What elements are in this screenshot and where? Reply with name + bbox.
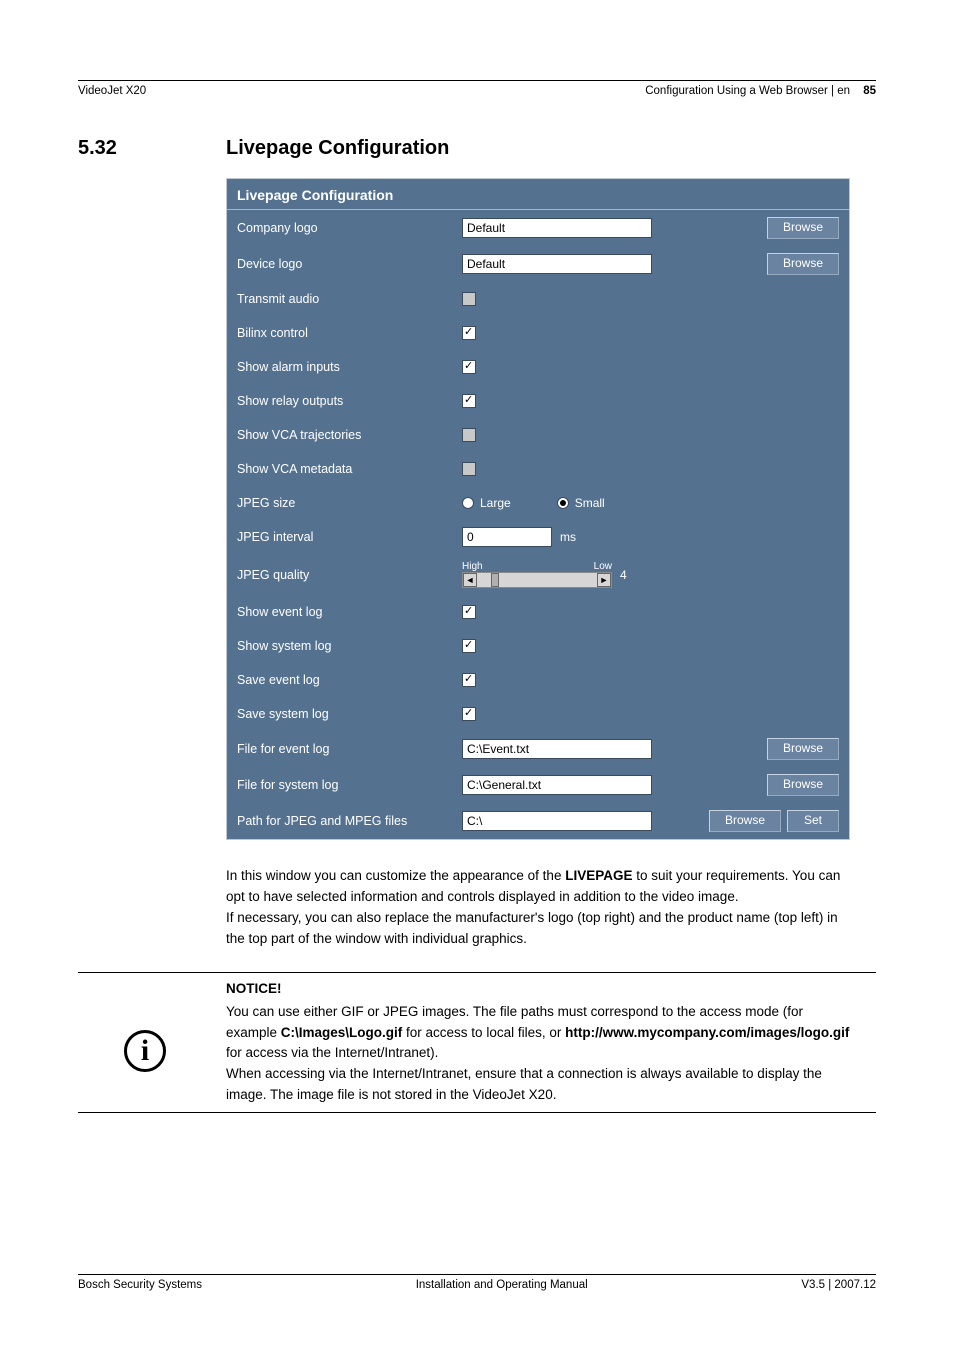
label-path-files: Path for JPEG and MPEG files — [237, 814, 462, 828]
browse-button-file-event-log[interactable]: Browse — [767, 738, 839, 760]
browse-button-device-logo[interactable]: Browse — [767, 253, 839, 275]
slider-thumb[interactable] — [491, 573, 499, 587]
label-file-system-log: File for system log — [237, 778, 462, 792]
notice-rule-bottom — [78, 1112, 876, 1113]
body-text: In this window you can customize the app… — [226, 866, 850, 950]
row-file-event-log: File for event log Browse — [227, 731, 849, 767]
checkbox-show-vca-trajectories[interactable] — [462, 428, 476, 442]
label-show-vca-trajectories: Show VCA trajectories — [237, 428, 462, 442]
label-show-system-log: Show system log — [237, 639, 462, 653]
checkbox-show-alarm-inputs[interactable] — [462, 360, 476, 374]
slider-jpeg-quality[interactable]: HighLow ◄ ► — [462, 561, 612, 588]
checkbox-transmit-audio[interactable] — [462, 292, 476, 306]
label-show-relay-outputs: Show relay outputs — [237, 394, 462, 408]
checkbox-show-event-log[interactable] — [462, 605, 476, 619]
slider-left-icon[interactable]: ◄ — [463, 573, 477, 587]
input-path-files[interactable] — [462, 811, 652, 831]
browse-button-company-logo[interactable]: Browse — [767, 217, 839, 239]
label-jpeg-interval: JPEG interval — [237, 530, 462, 544]
notice-paragraph-1: You can use either GIF or JPEG images. T… — [226, 1002, 850, 1065]
radio-jpeg-large[interactable] — [462, 497, 474, 509]
section-heading: 5.32 Livepage Configuration — [78, 137, 876, 160]
section-title: Livepage Configuration — [226, 137, 449, 160]
label-save-event-log: Save event log — [237, 673, 462, 687]
row-device-logo: Device logo Browse — [227, 246, 849, 282]
section-number: 5.32 — [78, 137, 226, 160]
panel-title: Livepage Configuration — [227, 179, 849, 210]
input-device-logo[interactable] — [462, 254, 652, 274]
input-file-event-log[interactable] — [462, 739, 652, 759]
label-transmit-audio: Transmit audio — [237, 292, 462, 306]
checkbox-show-relay-outputs[interactable] — [462, 394, 476, 408]
notice-title: NOTICE! — [226, 979, 850, 1000]
label-jpeg-quality: JPEG quality — [237, 568, 462, 582]
label-bilinx-control: Bilinx control — [237, 326, 462, 340]
row-path-files: Path for JPEG and MPEG files Browse Set — [227, 803, 849, 839]
input-file-system-log[interactable] — [462, 775, 652, 795]
set-button-path-files[interactable]: Set — [787, 810, 839, 832]
row-company-logo: Company logo Browse — [227, 210, 849, 246]
label-show-alarm-inputs: Show alarm inputs — [237, 360, 462, 374]
browse-button-path-files[interactable]: Browse — [709, 810, 781, 832]
header-rule — [78, 80, 876, 81]
checkbox-save-system-log[interactable] — [462, 707, 476, 721]
row-jpeg-quality: JPEG quality HighLow ◄ ► 4 — [227, 554, 849, 595]
checkbox-show-vca-metadata[interactable] — [462, 462, 476, 476]
footer-left: Bosch Security Systems — [78, 1279, 202, 1291]
notice-rule — [78, 972, 876, 973]
label-show-event-log: Show event log — [237, 605, 462, 619]
header-right: Configuration Using a Web Browser | en 8… — [645, 85, 876, 97]
notice-block: i NOTICE! You can use either GIF or JPEG… — [78, 979, 876, 1107]
header-left: VideoJet X20 — [78, 85, 146, 97]
label-show-vca-metadata: Show VCA metadata — [237, 462, 462, 476]
label-jpeg-size: JPEG size — [237, 496, 462, 510]
slider-right-icon[interactable]: ► — [597, 573, 611, 587]
footer-right: V3.5 | 2007.12 — [801, 1279, 876, 1291]
input-jpeg-interval[interactable] — [462, 527, 552, 547]
info-icon: i — [78, 979, 226, 1107]
browse-button-file-system-log[interactable]: Browse — [767, 774, 839, 796]
row-jpeg-interval: JPEG interval ms — [227, 520, 849, 554]
page-footer: Bosch Security Systems Installation and … — [78, 1274, 876, 1291]
radio-jpeg-small[interactable] — [557, 497, 569, 509]
label-save-system-log: Save system log — [237, 707, 462, 721]
row-jpeg-size: JPEG size Large Small — [227, 486, 849, 520]
unit-ms: ms — [560, 530, 576, 544]
input-company-logo[interactable] — [462, 218, 652, 238]
checkbox-save-event-log[interactable] — [462, 673, 476, 687]
checkbox-show-system-log[interactable] — [462, 639, 476, 653]
label-company-logo: Company logo — [237, 221, 462, 235]
label-file-event-log: File for event log — [237, 742, 462, 756]
footer-center: Installation and Operating Manual — [416, 1279, 588, 1291]
livepage-config-panel: Livepage Configuration Company logo Brow… — [226, 178, 850, 840]
row-file-system-log: File for system log Browse — [227, 767, 849, 803]
page-number: 85 — [863, 85, 876, 97]
page-header: VideoJet X20 Configuration Using a Web B… — [78, 85, 876, 97]
jpeg-quality-value: 4 — [620, 568, 627, 582]
checkbox-bilinx-control[interactable] — [462, 326, 476, 340]
label-device-logo: Device logo — [237, 257, 462, 271]
notice-paragraph-2: When accessing via the Internet/Intranet… — [226, 1064, 850, 1106]
